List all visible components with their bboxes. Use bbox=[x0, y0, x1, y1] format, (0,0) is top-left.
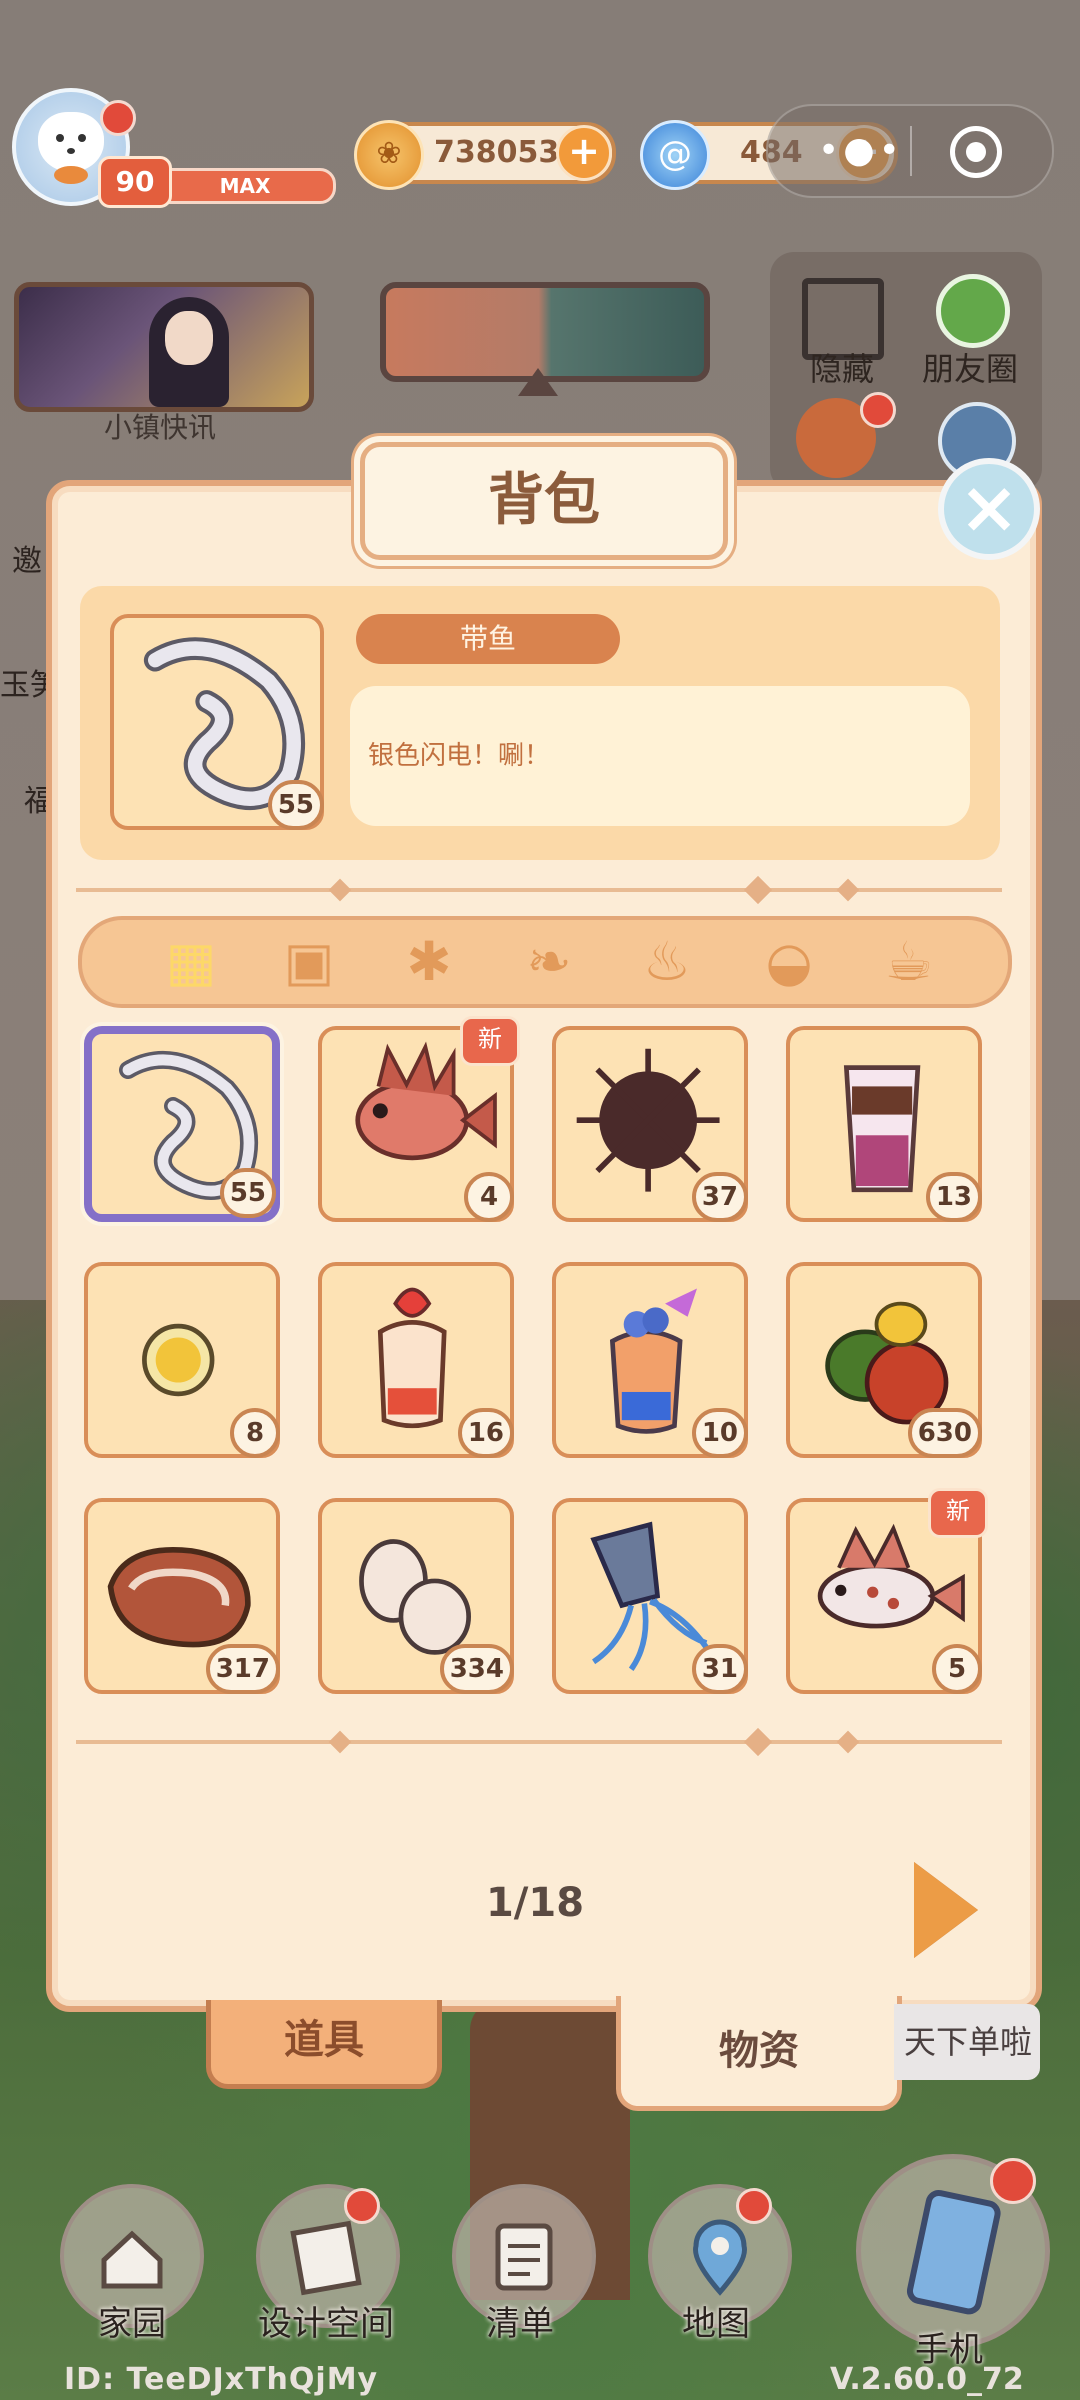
more-dots-icon[interactable]: •●• bbox=[818, 130, 904, 171]
item-grid: 55 4 新 37 13 8 16 10 630 317 334 31 5 新 bbox=[84, 1016, 1004, 1696]
item-count: 10 bbox=[691, 1408, 748, 1458]
level-status: MAX bbox=[219, 174, 271, 198]
hide-label: 隐藏 bbox=[809, 350, 874, 388]
next-page-arrow-icon[interactable] bbox=[914, 1862, 978, 1958]
item-slot[interactable]: 334 bbox=[318, 1498, 514, 1694]
item-count: 317 bbox=[205, 1644, 280, 1694]
town-news-label: 小镇快讯 bbox=[103, 411, 216, 444]
item-slot[interactable]: 13 bbox=[786, 1026, 982, 1222]
item-count: 4 bbox=[464, 1172, 514, 1222]
avatar-eye bbox=[56, 134, 64, 142]
moments-label: 朋友圈 bbox=[921, 350, 1018, 388]
left-menu-label-1: 邀 bbox=[12, 544, 42, 579]
item-count: 630 bbox=[907, 1408, 982, 1458]
item-count: 13 bbox=[925, 1172, 982, 1222]
swirl-gem-icon: @ bbox=[640, 120, 710, 190]
item-count: 37 bbox=[691, 1172, 748, 1222]
day-night-widget[interactable] bbox=[380, 282, 710, 382]
list-label: 清单 bbox=[486, 2304, 554, 2344]
item-count: 55 bbox=[219, 1168, 276, 1218]
avatar-notification-dot bbox=[100, 100, 136, 136]
page-indicator: 1/18 bbox=[485, 1880, 585, 1926]
divider-bottom bbox=[76, 1740, 1002, 1744]
coin-counter: ❀ 738053 + bbox=[354, 120, 616, 190]
selected-item-preview: 55 bbox=[110, 614, 324, 830]
divider-top bbox=[76, 888, 1002, 892]
map-notification-dot bbox=[736, 2188, 772, 2224]
add-coins-button[interactable]: + bbox=[556, 125, 612, 181]
item-count: 334 bbox=[439, 1644, 514, 1694]
phone-notification-dot bbox=[990, 2158, 1036, 2204]
moments-icon[interactable] bbox=[936, 274, 1010, 348]
selected-item-count: 55 bbox=[267, 780, 324, 830]
order-notice[interactable]: 天下单啦 bbox=[894, 2004, 1040, 2080]
new-tag: 新 bbox=[928, 1488, 988, 1538]
seed-packet-icon[interactable]: ▣ bbox=[272, 928, 346, 996]
item-count: 5 bbox=[932, 1644, 982, 1694]
grid-icon[interactable]: ▦ bbox=[154, 928, 228, 996]
backpack-title: 背包 bbox=[488, 468, 600, 533]
drumstick-icon[interactable]: ♨ bbox=[630, 928, 704, 996]
item-count: 8 bbox=[230, 1408, 280, 1458]
avatar-eye bbox=[78, 134, 86, 142]
news-character-face bbox=[165, 311, 213, 365]
map-label: 地图 bbox=[682, 2304, 750, 2344]
close-button[interactable]: × bbox=[938, 458, 1040, 560]
item-slot[interactable]: 31 bbox=[552, 1498, 748, 1694]
item-description-box: 银色闪电！唰！ bbox=[350, 686, 970, 826]
side-notification-dot bbox=[860, 392, 896, 428]
item-slot[interactable]: 8 bbox=[84, 1262, 280, 1458]
item-slot[interactable]: 10 bbox=[552, 1262, 748, 1458]
coin-icon: ❀ bbox=[354, 120, 424, 190]
level-badge: 90 bbox=[98, 156, 172, 208]
item-slot[interactable]: 55 bbox=[84, 1026, 280, 1222]
dog-face-icon bbox=[38, 112, 104, 172]
item-slot[interactable]: 317 bbox=[84, 1498, 280, 1694]
level-bar: MAX bbox=[154, 168, 336, 204]
item-slot[interactable]: 630 bbox=[786, 1262, 982, 1458]
selected-item-name: 带鱼 bbox=[356, 614, 620, 664]
side-menu-panel: 隐藏 朋友圈 bbox=[770, 252, 1042, 492]
item-slot[interactable]: 4新 bbox=[318, 1016, 520, 1222]
close-target-icon[interactable] bbox=[950, 126, 1002, 178]
item-slot[interactable]: 16 bbox=[318, 1262, 514, 1458]
new-tag: 新 bbox=[460, 1016, 520, 1066]
time-pointer-icon bbox=[518, 368, 558, 396]
tab-tools[interactable]: 道具 bbox=[206, 2000, 442, 2089]
avatar-nose bbox=[67, 148, 75, 154]
town-news-card[interactable] bbox=[14, 282, 314, 412]
mini-program-capsule: •●• bbox=[766, 104, 1054, 198]
game-version: V.2.60.0_72 bbox=[830, 2362, 1024, 2397]
selected-item-description: 银色闪电！唰！ bbox=[368, 741, 551, 771]
item-slot[interactable]: 37 bbox=[552, 1026, 748, 1222]
design-space-label: 设计空间 bbox=[258, 2304, 394, 2344]
item-count: 31 bbox=[691, 1644, 748, 1694]
item-count: 16 bbox=[457, 1408, 514, 1458]
bowl-icon[interactable]: ◒ bbox=[752, 928, 826, 996]
tab-materials[interactable]: 物资 bbox=[616, 1996, 902, 2111]
fish-icon[interactable]: ❧ bbox=[512, 928, 586, 996]
backpack-title-plate: 背包 bbox=[360, 442, 728, 560]
plant-icon[interactable]: ✱ bbox=[392, 928, 466, 996]
player-id: ID: TeeDJxThQjMy bbox=[64, 2362, 379, 2397]
cup-icon[interactable]: ☕ bbox=[872, 928, 946, 996]
capsule-separator bbox=[910, 126, 912, 176]
fish-toy-icon bbox=[54, 166, 88, 184]
category-tab-bar: ▦ ▣ ✱ ❧ ♨ ◒ ☕ bbox=[78, 916, 1012, 1008]
home-label: 家园 bbox=[98, 2304, 166, 2344]
coin-amount: 738053 bbox=[434, 135, 560, 170]
design-notification-dot bbox=[344, 2188, 380, 2224]
item-slot[interactable]: 5新 bbox=[786, 1488, 988, 1694]
